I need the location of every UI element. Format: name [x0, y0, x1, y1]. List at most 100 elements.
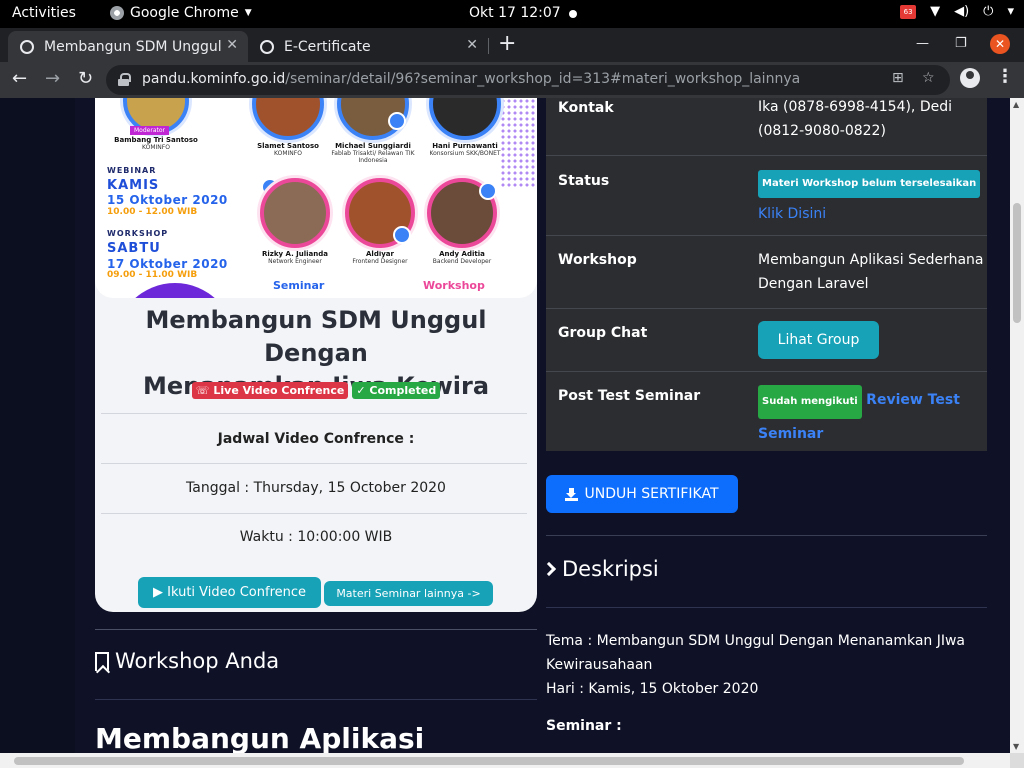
seminar-card: Bambang Tri Santoso KOMINFO Moderator Sl… — [95, 98, 537, 612]
power-icon: ⏻ — [983, 4, 994, 19]
info-row-workshop: Workshop Membangun Aplikasi Sederhana Den… — [546, 236, 987, 309]
bookmark-star-icon[interactable]: ☆ — [922, 70, 935, 86]
caret-down-icon: ▼ — [244, 8, 252, 18]
new-tab-icon[interactable]: + — [498, 31, 516, 56]
profile-avatar-icon[interactable] — [960, 68, 980, 88]
schedule-heading: Jadwal Video Confrence : — [217, 431, 415, 447]
address-bar[interactable]: pandu.kominfo.go.id/seminar/detail/96?se… — [106, 65, 950, 95]
trainer-name: Aldiyar — [366, 250, 394, 258]
seminar-sublabel: Seminar : — [546, 718, 622, 734]
deskripsi-heading: Deskripsi — [541, 557, 659, 581]
info-value: Sudah mengikuti Review Test Seminar — [758, 385, 960, 449]
tab-membangun-sdm[interactable]: Membangun SDM Unggul ✕ — [8, 31, 248, 62]
vertical-scroll-thumb[interactable] — [1013, 203, 1021, 323]
chrome-menu-icon[interactable]: ⋮ — [996, 66, 1014, 87]
scroll-up-icon[interactable]: ▲ — [1013, 100, 1019, 109]
vertical-scrollbar[interactable]: ▲ ▼ — [1010, 98, 1024, 753]
join-video-conference-button[interactable]: ▶ Ikuti Video Confrence — [138, 577, 321, 608]
info-label: Workshop — [558, 252, 637, 268]
system-tray[interactable]: 63 ▼ ◀) ⏻ ▾ — [900, 4, 1014, 19]
decorative-dot — [479, 182, 497, 200]
trainer-2: Aldiyar Frontend Designer — [340, 178, 420, 265]
scroll-down-icon[interactable]: ▼ — [1013, 742, 1019, 751]
close-tab-icon[interactable]: ✕ — [226, 37, 238, 53]
speaker-role: Konsorsium SKK/BONET — [429, 150, 501, 157]
divider — [95, 699, 537, 700]
globe-icon — [260, 39, 274, 54]
workshop-label: WORKSHOP — [107, 229, 169, 238]
system-top-bar: Activities Google Chrome ▼ Okt 17 12:07 … — [0, 0, 1024, 28]
minimize-icon[interactable]: — — [916, 36, 929, 51]
moderator-tag: Moderator — [130, 126, 169, 135]
info-row-group-chat: Group Chat Lihat Group — [546, 309, 987, 372]
download-button-label: UNDUH SERTIFIKAT — [584, 486, 719, 502]
decorative-dot — [388, 112, 406, 130]
join-button-label: Ikuti Video Confrence — [167, 585, 307, 600]
horizontal-scroll-thumb[interactable] — [14, 757, 964, 765]
tab-title: E-Certificate — [284, 38, 371, 55]
speaker-3: Hani Purnawanti Konsorsium SKK/BONET — [415, 98, 515, 157]
info-row-post-test: Post Test Seminar Sudah mengikuti Review… — [546, 372, 987, 451]
workshop-title: Membangun Aplikasi — [95, 722, 425, 753]
close-tab-icon[interactable]: ✕ — [466, 37, 478, 53]
divider — [101, 513, 527, 514]
maximize-icon[interactable]: ❐ — [955, 36, 967, 51]
speaker-name: Hani Purnawanti — [432, 142, 498, 150]
activities-button[interactable]: Activities — [12, 5, 76, 21]
trainer-role: Backend Developer — [432, 258, 492, 265]
speaker-role: KOMINFO — [274, 150, 302, 157]
notification-dot — [569, 10, 577, 18]
close-window-icon[interactable]: ✕ — [990, 34, 1010, 54]
trainer-1: Rizky A. Julianda Network Engineer — [255, 178, 335, 265]
horizontal-scrollbar[interactable] — [0, 753, 1010, 768]
reload-icon[interactable]: ↻ — [78, 68, 93, 89]
lihat-group-button[interactable]: Lihat Group — [758, 321, 879, 359]
other-seminar-materials-button[interactable]: Materi Seminar lainnya -> — [324, 581, 493, 606]
description-text: Tema : Membangun SDM Unggul Dengan Menan… — [546, 629, 987, 701]
speaker-2: Michael Sunggiardi Fablab Trisakti/ Rela… — [323, 98, 423, 164]
globe-icon — [20, 39, 34, 54]
info-value: Ika (0878-6998-4154), Dedi (0812-9080-082… — [758, 99, 953, 139]
url-text[interactable]: pandu.kominfo.go.id/seminar/detail/96?se… — [142, 71, 800, 87]
bookmark-icon — [95, 651, 109, 671]
workshop-tag: Workshop — [423, 279, 485, 292]
back-icon[interactable]: ← — [12, 68, 27, 89]
info-label: Post Test Seminar — [558, 388, 701, 404]
info-label: Status — [558, 173, 610, 189]
status-badge: Materi Workshop belum terselesaikan — [758, 170, 981, 198]
schedule-date: Tanggal : Thursday, 15 October 2020 — [186, 480, 446, 496]
download-certificate-button[interactable]: UNDUH SERTIFIKAT — [546, 475, 738, 513]
translate-icon[interactable]: ⊞ — [892, 70, 904, 86]
scrollbar-corner — [1010, 753, 1024, 768]
divider — [95, 629, 537, 630]
notification-badge-icon[interactable]: 63 — [900, 4, 917, 19]
tab-separator — [488, 38, 489, 54]
download-icon — [565, 487, 579, 501]
webinar-label: WEBINAR — [107, 166, 157, 175]
forward-icon[interactable]: → — [45, 68, 60, 89]
lock-icon[interactable] — [118, 73, 131, 86]
tab-e-certificate[interactable]: E-Certificate ✕ — [248, 31, 488, 62]
info-label: Kontak — [558, 100, 614, 116]
speaker-1: Slamet Santoso KOMINFO — [243, 98, 333, 157]
seminar-title-line1: Membangun SDM Unggul Dengan — [145, 306, 487, 367]
seminar-tag: Seminar — [273, 279, 325, 292]
speaker-role: Fablab Trisakti/ Relawan TIK Indonesia — [331, 150, 415, 164]
info-value: Materi Workshop belum terselesaikan Klik… — [758, 170, 981, 230]
deskripsi-heading-text: Deskripsi — [562, 557, 659, 581]
workshop-date: 17 Oktober 2020 — [107, 257, 228, 271]
workshop-heading-text: Workshop Anda — [115, 649, 280, 673]
sidebar-background — [0, 98, 75, 753]
completed-badge: ✓ Completed — [352, 382, 441, 399]
app-menu[interactable]: Google Chrome ▼ — [110, 5, 252, 21]
tray-menu-caret-icon: ▾ — [1007, 4, 1014, 19]
info-value: Membangun Aplikasi Sederhana Dengan Larav… — [758, 252, 984, 292]
moderator-org: KOMINFO — [142, 144, 170, 151]
speaker-photo — [252, 98, 324, 140]
speaker-photo — [429, 98, 501, 140]
clock[interactable]: Okt 17 12:07 — [469, 5, 561, 21]
webinar-date: 15 Oktober 2020 — [107, 193, 228, 207]
speaker-name: Michael Sunggiardi — [335, 142, 411, 150]
klik-disini-link[interactable]: Klik Disini — [758, 206, 826, 222]
completed-test-badge: Sudah mengikuti — [758, 385, 862, 419]
